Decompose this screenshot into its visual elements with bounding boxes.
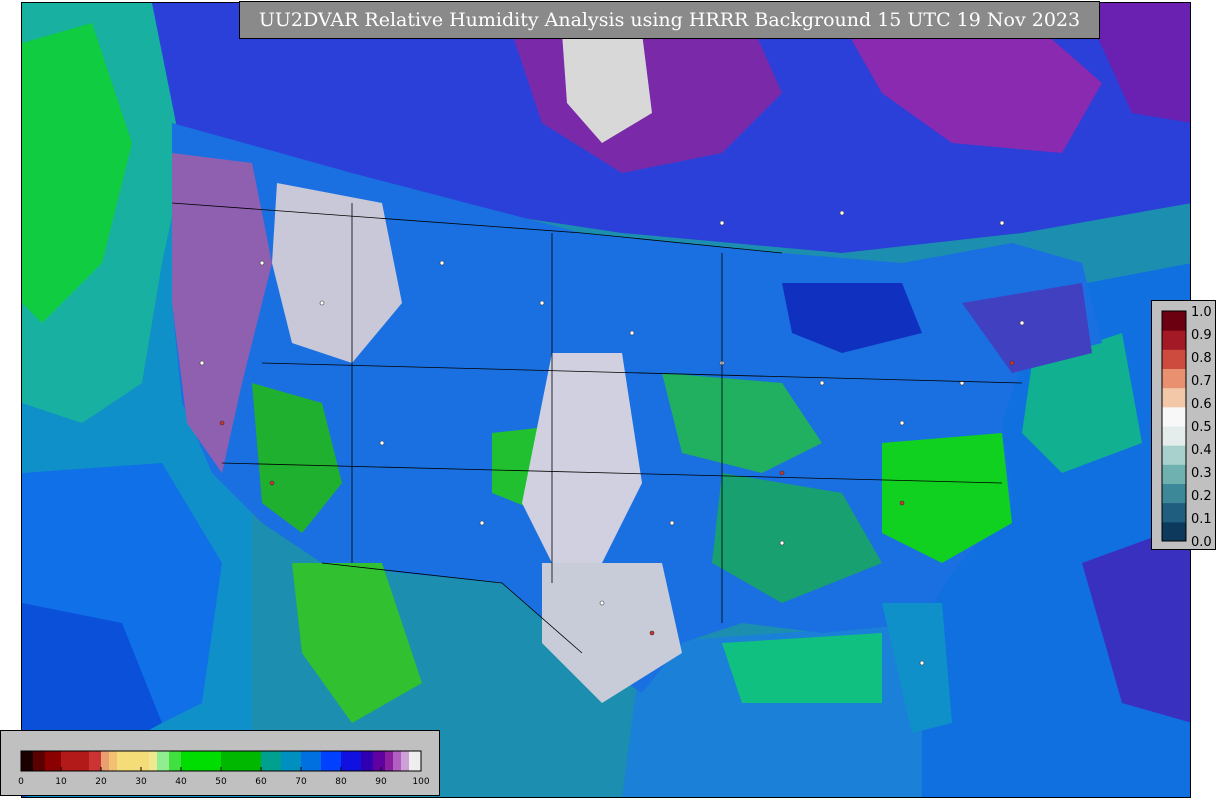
station-marker (539, 300, 545, 306)
map-title: UU2DVAR Relative Humidity Analysis using… (239, 1, 1100, 39)
station-marker (1019, 320, 1025, 326)
rh-colorbar-segment (149, 751, 157, 771)
rh-colorbar-segment (61, 751, 89, 771)
innovation-colorbar-canvas: 0.0 0.1 0.2 0.3 0.4 0.5 0.6 0.7 0.8 0.9 1.0 (1161, 305, 1212, 550)
map-canvas (22, 3, 1190, 797)
rh-colorbar-segment (157, 751, 169, 771)
rh-colorbar-tick-label: 90 (375, 777, 387, 787)
rh-colorbar-segment (361, 751, 373, 771)
rh-colorbar-tick-label: 70 (295, 777, 307, 787)
innovation-colorbar-tick-label: 0.6 (1191, 397, 1212, 412)
station-marker (899, 420, 905, 426)
innovation-colorbar-segment (1162, 387, 1186, 408)
station-marker (269, 480, 275, 486)
rh-colorbar-segment (341, 751, 361, 771)
station-marker (999, 220, 1005, 226)
rh-colorbar-tick-label: 0 (18, 777, 24, 787)
innovation-colorbar-tick-label: 0.2 (1191, 489, 1212, 504)
innovation-colorbar-segment (1162, 464, 1186, 484)
innovation-colorbar-tick-label: 0.9 (1191, 328, 1212, 343)
rh-colorbar-segment (385, 751, 393, 771)
station-marker (819, 380, 825, 386)
innovation-colorbar-tick-label: 0.7 (1191, 374, 1212, 389)
rh-colorbar-canvas: 0 10 20 30 40 50 60 70 80 90 100 (18, 750, 430, 787)
rh-colorbar-segment (401, 751, 409, 771)
rh-colorbar-segment (321, 751, 341, 771)
rh-colorbar-tick-label: 20 (95, 777, 107, 787)
rh-colorbar-tick-label: 10 (55, 777, 67, 787)
station-marker (669, 520, 675, 526)
innovation-colorbar-tick-label: 0.3 (1191, 466, 1212, 481)
station-marker (479, 520, 485, 526)
station-marker (779, 540, 785, 546)
innovation-colorbar-tick-label: 0.4 (1191, 443, 1212, 458)
rh-colorbar-tick-label: 80 (335, 777, 347, 787)
station-marker (899, 500, 905, 506)
innovation-colorbar-tick-label: 0.5 (1191, 420, 1212, 435)
rh-analysis-map (21, 2, 1191, 798)
rh-colorbar-segment (33, 751, 45, 771)
innovation-colorbar-segment (1162, 349, 1186, 369)
gulf-green-patch (722, 633, 882, 703)
innovation-colorbar-segment (1162, 426, 1186, 446)
rh-colorbar-segment (45, 751, 61, 771)
rh-colorbar-tick-label: 30 (135, 777, 147, 787)
rh-colorbar-tick-label: 40 (175, 777, 187, 787)
rh-colorbar: 0 10 20 30 40 50 60 70 80 90 100 (0, 730, 440, 796)
innovation-colorbar-segment (1162, 502, 1186, 523)
innovation-colorbar-segment (1162, 368, 1186, 389)
station-marker (379, 440, 385, 446)
rh-colorbar-tick-label: 50 (215, 777, 227, 787)
rh-colorbar-segment (181, 751, 221, 771)
rh-colorbar-segment (281, 751, 301, 771)
station-marker (919, 660, 925, 666)
innovation-colorbar-tick-label: 0.1 (1191, 512, 1212, 527)
rh-colorbar-segment (169, 751, 181, 771)
innovation-colorbar-tick-label: 1.0 (1191, 305, 1212, 320)
rh-colorbar-segment (21, 751, 33, 771)
rh-colorbar-tick-label: 100 (412, 777, 429, 787)
innovation-colorbar-segment (1162, 483, 1186, 504)
rh-colorbar-segment (301, 751, 321, 771)
station-marker (259, 260, 265, 266)
innovation-colorbar-segment (1162, 521, 1186, 542)
innovation-colorbar: 0.0 0.1 0.2 0.3 0.4 0.5 0.6 0.7 0.8 0.9 1.0 (1151, 300, 1216, 550)
station-marker (439, 260, 445, 266)
station-marker (649, 630, 655, 636)
innovation-colorbar-segment (1162, 330, 1186, 350)
rh-colorbar-segment (409, 751, 421, 771)
innovation-colorbar-segment (1162, 311, 1186, 331)
innovation-colorbar-tick-label: 0.8 (1191, 351, 1212, 366)
rh-colorbar-segment (89, 751, 101, 771)
station-marker (719, 220, 725, 226)
rh-colorbar-segment (101, 751, 109, 771)
station-marker (319, 300, 325, 306)
station-marker (839, 210, 845, 216)
rh-colorbar-tick-label: 60 (255, 777, 267, 787)
station-marker (599, 600, 605, 606)
station-marker (199, 360, 205, 366)
rh-colorbar-segment (109, 751, 117, 771)
station-marker (629, 330, 635, 336)
rh-colorbar-segment (261, 751, 281, 771)
rh-colorbar-segment (221, 751, 261, 771)
innovation-colorbar-segment (1162, 406, 1186, 427)
rh-colorbar-segment (373, 751, 385, 771)
rh-colorbar-segment (117, 751, 149, 771)
rh-colorbar-segment (393, 751, 401, 771)
station-marker (219, 420, 225, 426)
innovation-colorbar-tick-label: 0.0 (1191, 535, 1212, 550)
station-marker (1009, 360, 1015, 366)
station-marker (779, 470, 785, 476)
innovation-colorbar-segment (1162, 445, 1186, 465)
